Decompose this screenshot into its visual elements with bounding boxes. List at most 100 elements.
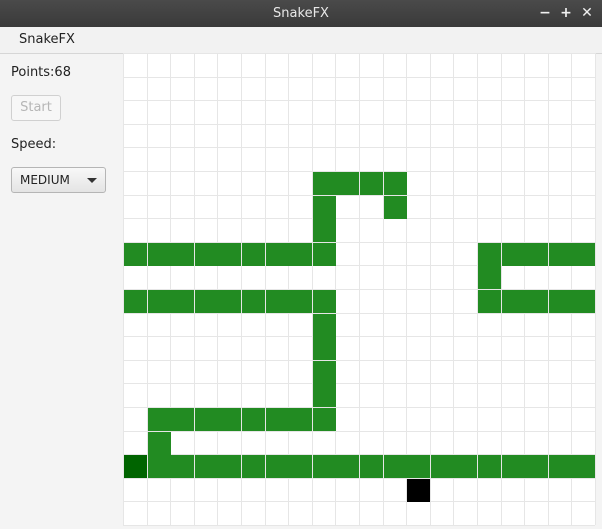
grid-line: [123, 431, 595, 432]
snake-body-segment: [242, 408, 265, 431]
grid-line: [123, 501, 595, 502]
snake-body-segment: [218, 408, 241, 431]
grid-line: [123, 360, 595, 361]
grid-line: [123, 147, 595, 148]
game-board[interactable]: [123, 53, 596, 526]
snake-body-segment: [525, 290, 548, 313]
snake-body-segment: [478, 243, 501, 266]
snake-body-segment: [478, 455, 501, 478]
snake-body-segment: [313, 384, 336, 407]
speed-label: Speed:: [11, 137, 57, 152]
snake-body-segment: [195, 290, 218, 313]
snake-body-segment: [242, 455, 265, 478]
snake-head: [124, 455, 147, 478]
snake-body-segment: [195, 455, 218, 478]
grid-line: [123, 77, 595, 78]
snake-body-segment: [478, 266, 501, 289]
food-item: [407, 479, 430, 502]
snake-body-segment: [124, 290, 147, 313]
snake-body-segment: [148, 455, 171, 478]
title-bar: SnakeFX − + ✕: [0, 0, 602, 27]
menu-bar: SnakeFX: [0, 27, 602, 54]
snake-body-segment: [336, 455, 359, 478]
snake-body-segment: [384, 196, 407, 219]
snake-body-segment: [148, 243, 171, 266]
snake-body-segment: [313, 361, 336, 384]
snake-body-segment: [549, 290, 572, 313]
snake-body-segment: [384, 172, 407, 195]
snake-body-segment: [360, 172, 383, 195]
snake-body-segment: [313, 219, 336, 242]
snake-body-segment: [266, 243, 289, 266]
snake-body-segment: [289, 408, 312, 431]
grid-line: [123, 383, 595, 384]
snake-body-segment: [289, 290, 312, 313]
snake-body-segment: [195, 243, 218, 266]
snake-body-segment: [454, 455, 477, 478]
menu-snakefx[interactable]: SnakeFX: [19, 27, 75, 53]
snake-body-segment: [148, 290, 171, 313]
snake-body-segment: [502, 290, 525, 313]
grid-line: [123, 478, 595, 479]
snake-body-segment: [313, 243, 336, 266]
start-button[interactable]: Start: [11, 95, 61, 121]
snake-body-segment: [572, 455, 595, 478]
snake-body-segment: [549, 455, 572, 478]
snake-body-segment: [313, 290, 336, 313]
snake-body-segment: [336, 172, 359, 195]
snake-body-segment: [478, 290, 501, 313]
snake-body-segment: [289, 243, 312, 266]
speed-dropdown[interactable]: MEDIUM: [11, 167, 106, 193]
snake-body-segment: [218, 455, 241, 478]
chevron-down-icon: [87, 178, 97, 183]
snake-body-segment: [313, 314, 336, 337]
grid-line: [123, 336, 595, 337]
snake-body-segment: [171, 408, 194, 431]
snake-body-segment: [289, 455, 312, 478]
minimize-icon[interactable]: −: [535, 0, 555, 27]
snake-body-segment: [171, 455, 194, 478]
grid-line: [123, 195, 595, 196]
snake-body-segment: [525, 455, 548, 478]
snake-body-segment: [242, 243, 265, 266]
snake-body-segment: [148, 432, 171, 455]
grid-line: [123, 100, 595, 101]
grid-line: [123, 171, 595, 172]
snake-body-segment: [313, 408, 336, 431]
control-panel: Points:68 Start Speed: MEDIUM: [0, 54, 123, 529]
snake-body-segment: [218, 290, 241, 313]
snake-body-segment: [502, 243, 525, 266]
snake-body-segment: [171, 243, 194, 266]
grid-line: [595, 53, 596, 525]
snake-body-segment: [360, 455, 383, 478]
snake-body-segment: [313, 196, 336, 219]
snake-body-segment: [502, 455, 525, 478]
snake-body-segment: [124, 243, 147, 266]
snake-body-segment: [572, 243, 595, 266]
snake-body-segment: [266, 290, 289, 313]
snake-body-segment: [266, 455, 289, 478]
snake-body-segment: [313, 337, 336, 360]
snake-body-segment: [572, 290, 595, 313]
snake-body-segment: [384, 455, 407, 478]
snake-body-segment: [242, 290, 265, 313]
grid-line: [123, 218, 595, 219]
snake-body-segment: [549, 243, 572, 266]
maximize-icon[interactable]: +: [556, 0, 576, 27]
snake-body-segment: [148, 408, 171, 431]
points-label: Points:68: [11, 65, 71, 80]
snake-body-segment: [313, 455, 336, 478]
snake-body-segment: [431, 455, 454, 478]
grid-line: [123, 124, 595, 125]
snake-body-segment: [266, 408, 289, 431]
snake-body-segment: [407, 455, 430, 478]
speed-value: MEDIUM: [20, 173, 70, 187]
close-icon[interactable]: ✕: [577, 0, 597, 27]
grid-line: [123, 53, 595, 54]
snake-body-segment: [195, 408, 218, 431]
snake-body-segment: [525, 243, 548, 266]
window-title: SnakeFX: [273, 6, 329, 21]
snake-body-segment: [171, 290, 194, 313]
grid-line: [123, 525, 595, 526]
grid-line: [123, 313, 595, 314]
